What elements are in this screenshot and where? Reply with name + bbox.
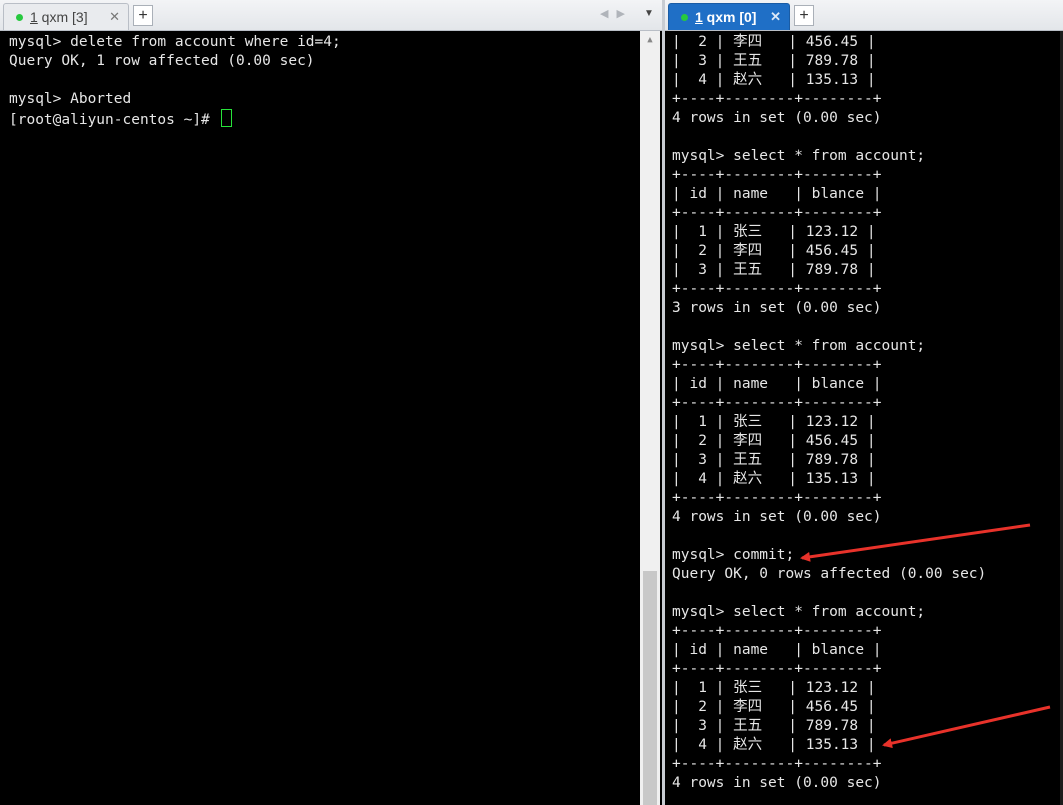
terminal-output[interactable]: | 2 | 李四 | 456.45 | | 3 | 王五 | 789.78 | | …	[672, 33, 986, 793]
terminal-line: | 3 | 王五 | 789.78 |	[672, 718, 876, 734]
terminal-line: | 2 | 李四 | 456.45 |	[672, 699, 876, 715]
terminal-line: | id | name | blance |	[672, 186, 882, 202]
terminal-line: mysql> Aborted	[9, 91, 132, 107]
right-terminal-pane[interactable]: 1 qxm [0] ✕ + | 2 | 李四 | 456.45 | | 3 | 王…	[665, 0, 1063, 805]
tab-qxm-3[interactable]: 1 qxm [3] ✕	[3, 3, 129, 30]
vertical-scrollbar[interactable]: ▲	[640, 31, 660, 805]
terminal-line: 4 rows in set (0.00 sec)	[672, 110, 882, 126]
close-icon[interactable]: ✕	[770, 9, 781, 25]
terminal-line: +----+--------+--------+	[672, 205, 882, 221]
tab-number: 1	[30, 9, 38, 25]
terminal-line: +----+--------+--------+	[672, 167, 882, 183]
left-terminal-pane[interactable]: 1 qxm [3] ✕ + ◀▶ ▼ mysql> delete from ac…	[0, 0, 662, 805]
terminal-line: +----+--------+--------+	[672, 281, 882, 297]
tab-scroll-left-icon[interactable]: ◀	[600, 8, 616, 20]
close-icon[interactable]: ✕	[109, 9, 120, 25]
terminal-line: | 2 | 李四 | 456.45 |	[672, 433, 876, 449]
terminal-line: mysql> delete from account where id=4;	[9, 34, 341, 50]
terminal-line: | 1 | 张三 | 123.12 |	[672, 224, 876, 240]
terminal-line: +----+--------+--------+	[672, 661, 882, 677]
tab-number: 1	[695, 9, 703, 25]
terminal-line: +----+--------+--------+	[672, 357, 882, 373]
terminal-line: +----+--------+--------+	[672, 91, 882, 107]
terminal-line: Query OK, 1 row affected (0.00 sec)	[9, 53, 315, 69]
terminal-line: | 1 | 张三 | 123.12 |	[672, 680, 876, 696]
terminal-line: | 2 | 李四 | 456.45 |	[672, 243, 876, 259]
right-tab-bar: 1 qxm [0] ✕ +	[665, 0, 1063, 31]
terminal-line: 3 rows in set (0.00 sec)	[672, 300, 882, 316]
terminal-line: +----+--------+--------+	[672, 756, 882, 772]
new-tab-button[interactable]: +	[133, 5, 153, 26]
terminal-output[interactable]: mysql> delete from account where id=4; Qu…	[9, 33, 341, 128]
terminal-line: +----+--------+--------+	[672, 623, 882, 639]
terminal-cursor	[220, 109, 232, 127]
new-tab-button[interactable]: +	[794, 5, 814, 26]
terminal-line: [root@aliyun-centos ~]#	[9, 109, 341, 128]
terminal-line: +----+--------+--------+	[672, 395, 882, 411]
terminal-line: mysql> commit;	[672, 547, 795, 563]
terminal-line: | 3 | 王五 | 789.78 |	[672, 452, 876, 468]
terminal-line: mysql> select * from account;	[672, 338, 926, 354]
tab-qxm-0[interactable]: 1 qxm [0] ✕	[668, 3, 790, 30]
terminal-line: | 3 | 王五 | 789.78 |	[672, 53, 876, 69]
terminal-line: | id | name | blance |	[672, 642, 882, 658]
terminal-line: | 4 | 赵六 | 135.13 |	[672, 737, 876, 753]
terminal-line: mysql> select * from account;	[672, 604, 926, 620]
terminal-line: mysql> select * from account;	[672, 148, 926, 164]
connected-status-icon	[16, 13, 23, 21]
terminal-line: +----+--------+--------+	[672, 490, 882, 506]
scrollbar-thumb[interactable]	[643, 571, 657, 805]
terminal-line: | 2 | 李四 | 456.45 |	[672, 34, 876, 50]
connected-status-icon	[681, 13, 688, 21]
terminal-line: | 3 | 王五 | 789.78 |	[672, 262, 876, 278]
terminal-line: | 4 | 赵六 | 135.13 |	[672, 471, 876, 487]
left-tab-bar: 1 qxm [3] ✕ + ◀▶ ▼	[0, 0, 662, 31]
terminal-line: 4 rows in set (0.00 sec)	[672, 775, 882, 791]
terminal-line: | 1 | 张三 | 123.12 |	[672, 414, 876, 430]
terminal-line: | id | name | blance |	[672, 376, 882, 392]
tab-list-dropdown-icon[interactable]: ▼	[644, 8, 654, 19]
terminal-line: 4 rows in set (0.00 sec)	[672, 509, 882, 525]
scroll-up-icon[interactable]: ▲	[640, 31, 660, 49]
tab-scroll-right-icon[interactable]: ▶	[616, 8, 632, 20]
terminal-line: Query OK, 0 rows affected (0.00 sec)	[672, 566, 987, 582]
tab-title: qxm [0]	[702, 9, 757, 25]
tab-title: qxm [3]	[37, 9, 88, 25]
terminal-line: | 4 | 赵六 | 135.13 |	[672, 72, 876, 88]
